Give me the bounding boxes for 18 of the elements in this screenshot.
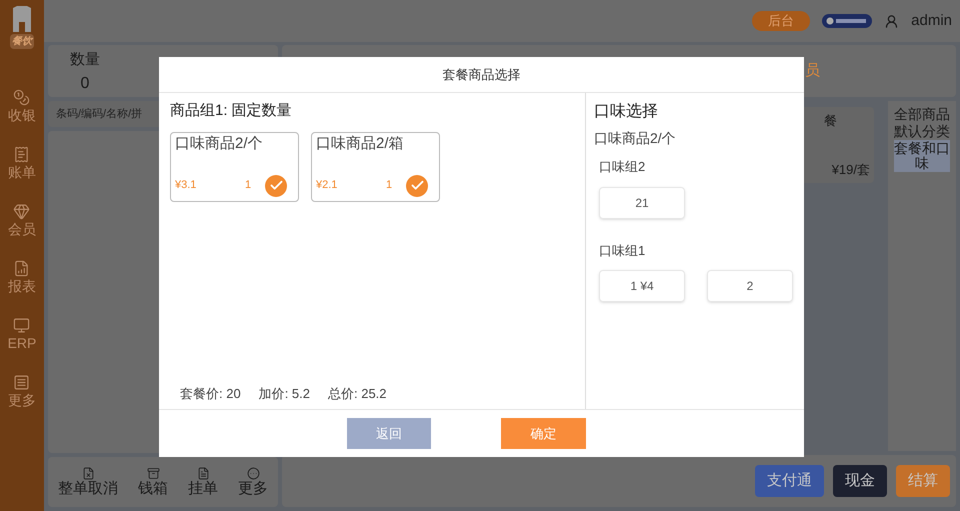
flavor-product: 口味商品2/个 bbox=[594, 129, 677, 148]
total-text: 总价: 25.2 bbox=[328, 384, 387, 402]
item-quantity: 1 bbox=[386, 178, 394, 194]
item-price: ¥3.1 bbox=[175, 178, 198, 194]
logo-text: 餐饮 bbox=[10, 34, 34, 49]
column-label: 数量 bbox=[70, 50, 100, 70]
item-price: ¥2.1 bbox=[316, 178, 338, 194]
flavor-group-name: 口味组1 bbox=[599, 242, 646, 260]
group-title: 商品组1: 固定数量 bbox=[170, 101, 293, 121]
dialog-title: 套餐商品选择 bbox=[442, 66, 520, 84]
item-quantity: 1 bbox=[245, 178, 252, 194]
column-value: 0 bbox=[80, 74, 90, 94]
total-text: 加价: 5.2 bbox=[258, 384, 310, 402]
member-label: 员 bbox=[805, 60, 820, 81]
total-text: 套餐价: 20 bbox=[180, 384, 241, 402]
flavor-group-name: 口味组2 bbox=[599, 158, 646, 176]
user-name: admin bbox=[911, 10, 952, 31]
flavor-title: 口味选择 bbox=[594, 102, 659, 122]
